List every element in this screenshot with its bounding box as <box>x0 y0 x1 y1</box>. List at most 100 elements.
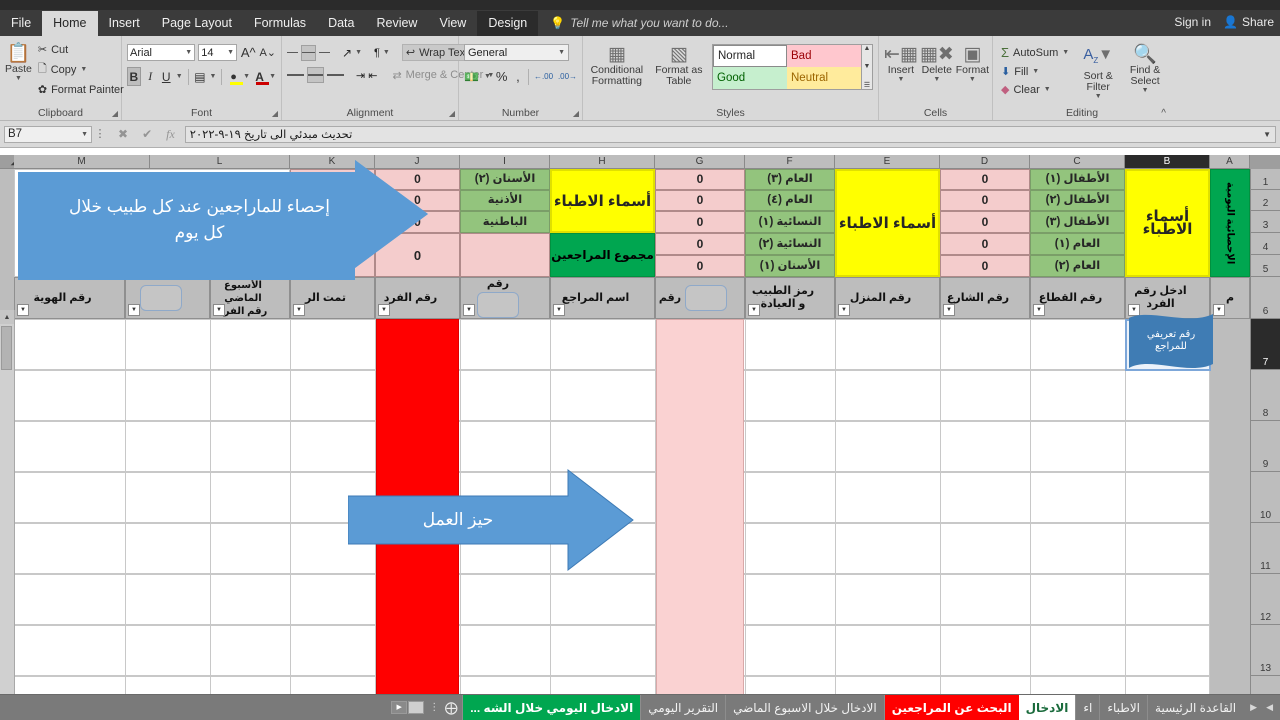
sheet-tab-search-visitors[interactable]: البحث عن المراجعين <box>883 695 1019 720</box>
filter-dropdown-A[interactable]: ▼ <box>1213 304 1225 316</box>
table-header-A[interactable]: ▼ م <box>1210 277 1250 319</box>
column-header-J[interactable]: J <box>375 155 460 169</box>
filter-dropdown-N[interactable]: ▼ <box>17 304 29 316</box>
table-header-G[interactable]: رقم <box>655 277 745 319</box>
row-header-7[interactable]: 7 <box>1250 319 1280 370</box>
filter-dropdown-D[interactable]: ▼ <box>943 304 955 316</box>
align-right-button[interactable] <box>327 67 344 83</box>
scrollbar-thumb[interactable] <box>1 326 12 370</box>
stats-count-j-2[interactable]: 0 <box>375 190 460 211</box>
stats-label-f-4[interactable]: النسائية (٢) <box>745 233 835 255</box>
ribbon-tab-view[interactable]: View <box>428 11 477 36</box>
stats-label-f-5[interactable]: الأسنان (١) <box>745 255 835 277</box>
direction-chevron-down-icon[interactable]: ▼ <box>383 49 390 56</box>
sheet-tab-monthly-daily-entry[interactable]: الادخال اليومي خلال الشه ... <box>462 695 641 720</box>
column-header-B[interactable]: B <box>1125 155 1210 169</box>
sort-filter-button[interactable]: AZ▼ Sort & Filter ▼ <box>1078 42 1118 100</box>
formula-input[interactable]: تحديث مبدئي الى تاريخ ١٩-٩-٢٠٢٢ ▼ <box>184 125 1276 143</box>
row-header-3[interactable]: 3 <box>1250 211 1280 233</box>
stats-label-i-2[interactable]: الأذنية <box>460 190 550 211</box>
accounting-chevron-down-icon[interactable]: ▼ <box>484 73 491 80</box>
plus-circle-icon[interactable]: ⨁ <box>440 700 462 716</box>
decrease-font-size-button[interactable]: A⌄ <box>259 43 276 62</box>
stats-label-c-3[interactable]: الأطفال (٣) <box>1030 211 1125 233</box>
filter-dropdown-F[interactable]: ▼ <box>748 304 760 316</box>
stats-count-j-1[interactable]: 0 <box>375 169 460 190</box>
italic-button[interactable]: I <box>144 67 157 86</box>
clipboard-dialog-launcher[interactable]: ◢ <box>112 109 118 118</box>
sheet-tab-entry[interactable]: الادخال <box>1018 695 1076 720</box>
cancel-icon[interactable]: ✖ <box>118 127 128 141</box>
format-as-table-button[interactable]: ▧ Format as Table <box>654 42 704 87</box>
column-header-C[interactable]: C <box>1030 155 1125 169</box>
stats-count-d-5[interactable]: 0 <box>940 255 1030 277</box>
row-header-6[interactable]: 6 <box>1250 277 1280 319</box>
row-header-13[interactable]: 13 <box>1250 625 1280 676</box>
highlighted-column-G[interactable] <box>656 319 744 695</box>
table-header-D[interactable]: ▼ رقم الشارع <box>940 277 1030 319</box>
table-header-J[interactable]: ▼ رقم الفرد <box>375 277 460 319</box>
doctor-names-label-h[interactable]: أسماء الاطباء <box>550 169 655 233</box>
fill-color-chevron-down-icon[interactable]: ▼ <box>243 73 250 80</box>
filter-dropdown-M[interactable]: ▼ <box>128 304 140 316</box>
font-dialog-launcher[interactable]: ◢ <box>272 109 278 118</box>
stats-count-g-2[interactable]: 0 <box>655 190 745 211</box>
chevron-up-icon[interactable]: ^ <box>1161 108 1166 119</box>
filter-dropdown-B[interactable]: ▼ <box>1128 304 1140 316</box>
ribbon-tab-insert[interactable]: Insert <box>98 11 151 36</box>
fx-icon[interactable]: fx <box>166 127 175 142</box>
check-icon[interactable]: ✔ <box>142 127 152 141</box>
font-color-chevron-down-icon[interactable]: ▼ <box>269 73 276 80</box>
row-header-4[interactable]: 4 <box>1250 233 1280 255</box>
row-header-9[interactable]: 9 <box>1250 421 1280 472</box>
clear-button[interactable]: ◆ Clear ▼ <box>998 82 1072 97</box>
stats-label-f-3[interactable]: النسائية (١) <box>745 211 835 233</box>
stats-count-d-4[interactable]: 0 <box>940 233 1030 255</box>
nav-next-icon[interactable]: ▶ <box>1250 702 1257 713</box>
decrease-decimal-button[interactable]: .00→ <box>558 67 577 86</box>
increase-indent-button[interactable]: ⇤ <box>368 67 377 83</box>
stats-count-d-3[interactable]: 0 <box>940 211 1030 233</box>
filter-dropdown-I[interactable]: ▼ <box>463 304 475 316</box>
insert-cells-button[interactable]: ⇤▦ Insert ▼ <box>884 42 918 83</box>
sheet-tab-partial[interactable]: اء <box>1075 695 1099 720</box>
column-header-E[interactable]: E <box>835 155 940 169</box>
doctor-names-label-e[interactable]: أسماء الاطباء <box>835 169 940 277</box>
column-header-A[interactable]: A <box>1210 155 1250 169</box>
table-header-H[interactable]: ▼ اسم المراجع <box>550 277 655 319</box>
hscroll-right-icon[interactable]: ▶ <box>391 701 408 714</box>
sheet-tab-last-week-entry[interactable]: الادخال خلال الاسبوع الماضي <box>725 695 884 720</box>
row-header-2[interactable]: 2 <box>1250 190 1280 211</box>
number-dialog-launcher[interactable]: ◢ <box>573 109 579 118</box>
alignment-dialog-launcher[interactable]: ◢ <box>449 109 455 118</box>
header-placeholder-box-M[interactable] <box>139 285 182 311</box>
vertical-scrollbar[interactable]: ▲ <box>0 310 15 695</box>
percent-style-button[interactable]: % <box>496 67 508 86</box>
scroll-up-icon[interactable]: ▲ <box>0 310 14 324</box>
filter-dropdown-E[interactable]: ▼ <box>838 304 850 316</box>
accounting-format-button[interactable]: 💵 <box>464 67 479 86</box>
row-header-8[interactable]: 8 <box>1250 370 1280 421</box>
name-box-splitter[interactable]: ⋮ <box>92 129 108 140</box>
table-header-E[interactable]: ▼ رقم المنزل <box>835 277 940 319</box>
horizontal-scrollbar[interactable]: ▶ <box>387 701 428 714</box>
stats-label-i-3[interactable]: الباطنية <box>460 211 550 233</box>
sheet-tab-doctors[interactable]: الاطباء <box>1099 695 1147 720</box>
column-header-I[interactable]: I <box>460 155 550 169</box>
borders-chevron-down-icon[interactable]: ▼ <box>209 73 216 80</box>
filter-dropdown-K[interactable]: ▼ <box>293 304 305 316</box>
total-visitors-label[interactable]: مجموع المراجعين <box>550 233 655 277</box>
ribbon-tab-data[interactable]: Data <box>317 11 365 36</box>
stats-count-g-3[interactable]: 0 <box>655 211 745 233</box>
increase-font-size-button[interactable]: A^ <box>240 43 256 62</box>
delete-cells-button[interactable]: ▦✖ Delete ▼ <box>920 42 954 83</box>
stats-label-c-2[interactable]: الأطفال (٢) <box>1030 190 1125 211</box>
daily-stats-title[interactable]: الإحصائية اليومية <box>1210 169 1250 277</box>
column-header-K[interactable]: K <box>290 155 375 169</box>
cut-button[interactable]: ✂ Cut <box>35 42 127 57</box>
row-header-5[interactable]: 5 <box>1250 255 1280 277</box>
vertical-dots-icon[interactable]: ⋮ <box>428 703 440 713</box>
table-header-M[interactable]: ▼ <box>125 277 210 319</box>
stats-label-f-2[interactable]: العام (٤) <box>745 190 835 211</box>
fill-color-button[interactable]: ● <box>227 67 244 86</box>
